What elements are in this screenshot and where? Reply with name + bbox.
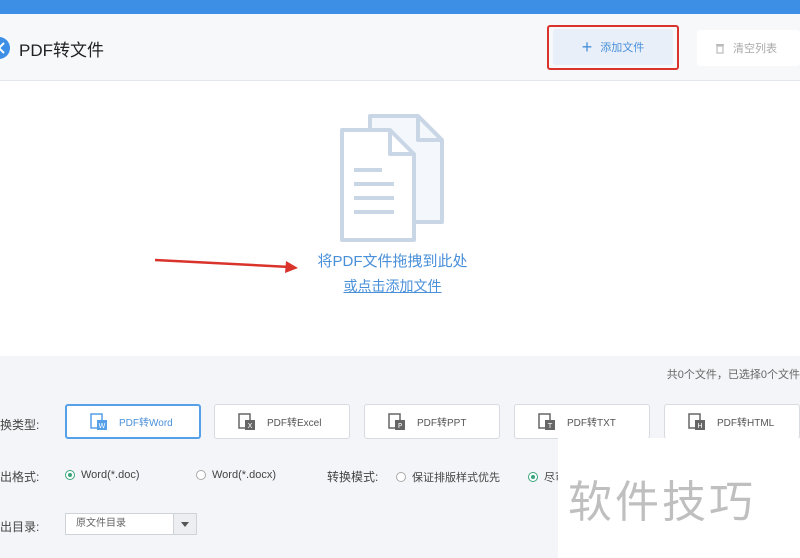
type-pdf-to-word-button[interactable]: W PDF转Word — [65, 404, 201, 439]
add-file-button[interactable]: + 添加文件 — [553, 29, 673, 65]
app-logo — [0, 37, 10, 59]
word-file-icon: W — [90, 412, 107, 430]
add-file-label: 添加文件 — [600, 42, 645, 54]
trash-icon — [716, 44, 724, 54]
html-file-icon: H — [688, 412, 705, 430]
type-label: PDF转Word — [119, 418, 173, 429]
output-dir-select[interactable]: 原文件目录 — [65, 513, 197, 535]
radio-label: Word(*.doc) — [81, 469, 140, 481]
txt-file-icon: T — [538, 412, 555, 430]
app-title: PDF转文件 — [19, 41, 104, 60]
click-add-file-link[interactable]: 或点击添加文件 — [300, 276, 485, 296]
type-pdf-to-ppt-button[interactable]: P PDF转PPT — [364, 404, 500, 439]
type-pdf-to-html-button[interactable]: H PDF转HTML — [664, 404, 800, 439]
watermark-overlay: 软件技巧 — [558, 438, 800, 558]
type-label: PDF转PPT — [417, 418, 467, 429]
radio-label: 保证排版样式优先 — [412, 472, 500, 484]
plus-icon: + — [581, 37, 593, 57]
format-docx-radio[interactable]: Word(*.docx) — [196, 469, 276, 481]
watermark-text: 软件技巧 — [568, 477, 756, 528]
type-pdf-to-txt-button[interactable]: T PDF转TXT — [514, 404, 650, 439]
svg-text:W: W — [99, 422, 106, 430]
radio-checked-icon — [528, 472, 538, 482]
svg-text:X: X — [248, 422, 253, 430]
ppt-file-icon: P — [388, 412, 405, 430]
chevron-down-icon — [173, 514, 196, 534]
app-header: PDF转文件 + 添加文件 清空列表 — [0, 14, 800, 81]
excel-file-icon: X — [238, 412, 255, 430]
type-label: PDF转Excel — [267, 418, 322, 429]
red-arrow-annotation — [154, 258, 298, 273]
documents-icon — [340, 114, 444, 242]
output-dir-value: 原文件目录 — [76, 518, 126, 529]
output-dir-label: 出目录: — [0, 520, 40, 534]
format-doc-radio[interactable]: Word(*.doc) — [65, 469, 139, 481]
convert-mode-label: 转换模式: — [327, 470, 379, 484]
radio-unchecked-icon — [396, 472, 406, 482]
mode-layout-priority-radio[interactable]: 保证排版样式优先 — [396, 469, 500, 485]
output-format-label: 出格式: — [0, 470, 40, 484]
file-count-status: 共0个文件，已选择0个文件 — [666, 369, 800, 381]
radio-label: Word(*.docx) — [212, 469, 276, 481]
clear-list-label: 清空列表 — [733, 43, 777, 55]
svg-text:H: H — [697, 422, 702, 430]
clear-list-button[interactable]: 清空列表 — [697, 30, 800, 66]
top-accent-bar — [0, 0, 800, 14]
type-label: PDF转HTML — [717, 418, 775, 429]
radio-checked-icon — [65, 470, 75, 480]
radio-unchecked-icon — [196, 470, 206, 480]
file-drop-zone[interactable]: 将PDF文件拖拽到此处 或点击添加文件 — [0, 81, 800, 356]
svg-text:T: T — [547, 422, 553, 430]
drop-hint-text: 将PDF文件拖拽到此处 — [317, 253, 468, 270]
chevron-left-icon — [0, 42, 5, 54]
svg-text:P: P — [398, 422, 402, 430]
type-label: PDF转TXT — [567, 418, 616, 429]
type-pdf-to-excel-button[interactable]: X PDF转Excel — [214, 404, 350, 439]
convert-type-label: 换类型: — [0, 418, 40, 432]
